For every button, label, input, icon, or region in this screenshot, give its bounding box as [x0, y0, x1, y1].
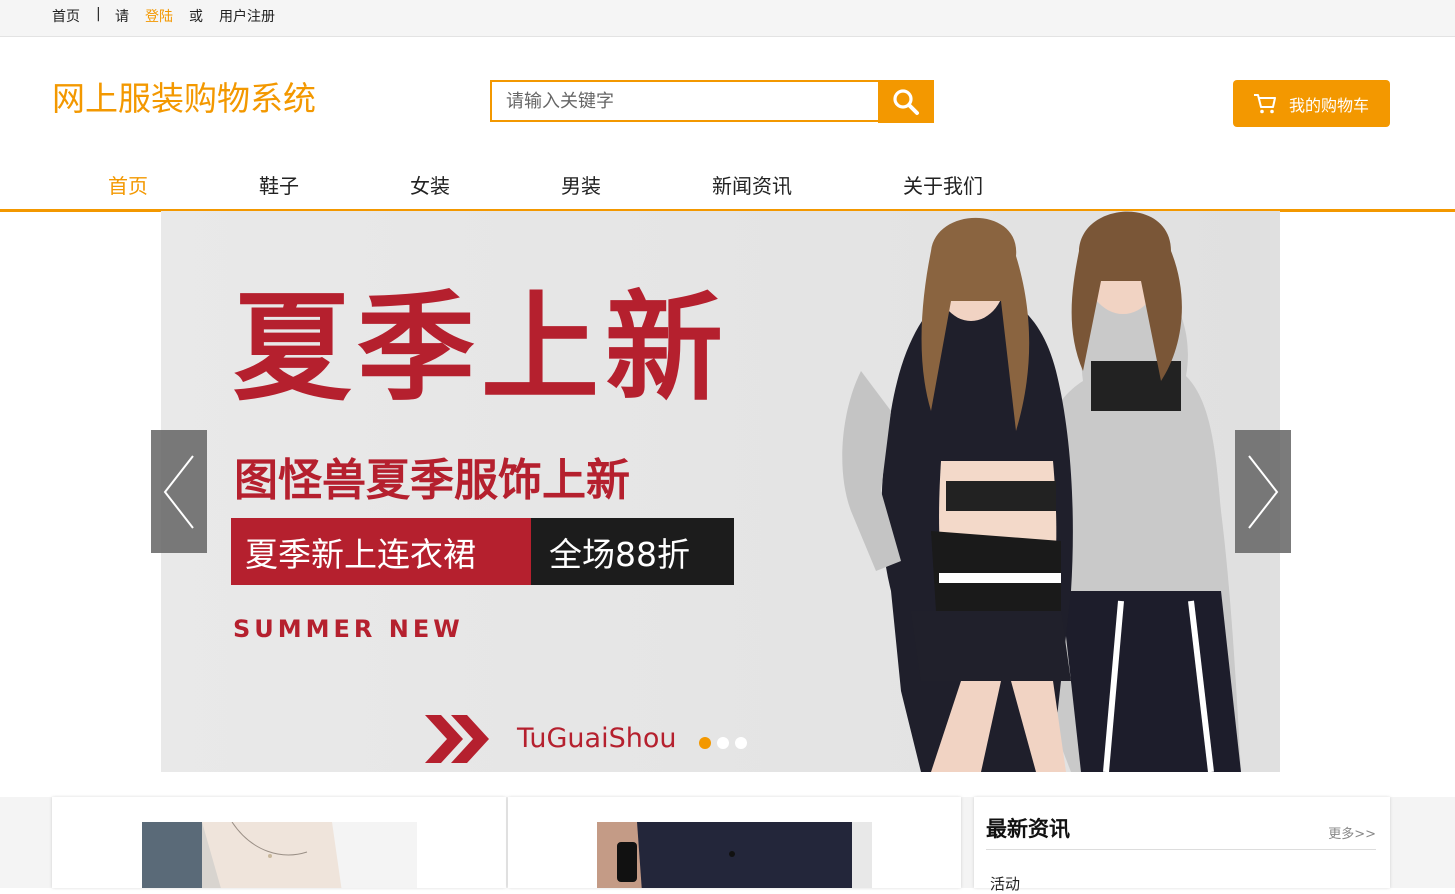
carousel-prev-button[interactable]: [151, 430, 207, 553]
site-title[interactable]: 网上服装购物系统: [52, 72, 316, 120]
nav-item-about[interactable]: 关于我们: [903, 170, 983, 199]
nav-item-shoes[interactable]: 鞋子: [259, 170, 299, 199]
register-link[interactable]: 用户注册: [219, 6, 275, 26]
banner-brand: TuGuaiShou: [517, 723, 677, 754]
top-please-text: 请: [115, 9, 129, 25]
search-button[interactable]: [878, 80, 934, 123]
top-home-link[interactable]: 首页: [52, 6, 80, 26]
cart-icon: [1254, 93, 1276, 113]
banner-carousel[interactable]: 夏季上新 图怪兽夏季服饰上新 夏季新上连衣裙 全场88折 SUMMER NEW …: [161, 211, 1280, 772]
top-or-text: 或: [189, 9, 203, 25]
top-bar: 首页 | 请 登陆 或 用户注册: [0, 0, 1455, 37]
carousel-dot-2[interactable]: [717, 737, 729, 749]
cart-label: 我的购物车: [1289, 95, 1370, 115]
nav-item-womens[interactable]: 女装: [410, 170, 450, 199]
carousel-indicators: [699, 737, 747, 749]
banner-english-text: SUMMER NEW: [233, 615, 464, 643]
product-image: [142, 822, 417, 888]
news-item[interactable]: 活动: [990, 873, 1020, 894]
double-chevron-icon: [425, 715, 489, 763]
nav-item-home[interactable]: 首页: [108, 170, 148, 199]
banner-tag-red: 夏季新上连衣裙: [231, 518, 531, 585]
banner-models-illustration: [842, 211, 1241, 772]
news-more-link[interactable]: 更多>>: [1328, 823, 1376, 842]
carousel-dot-1[interactable]: [699, 737, 711, 749]
product-card[interactable]: [52, 797, 506, 888]
search-input[interactable]: [492, 82, 878, 120]
news-divider: [986, 849, 1376, 850]
chevron-left-icon: [163, 454, 194, 529]
nav-item-mens[interactable]: 男装: [561, 170, 601, 199]
search-box: [490, 80, 880, 122]
news-panel: 最新资讯 更多>> 活动: [974, 797, 1390, 893]
banner-tag-black: 全场88折: [531, 518, 734, 585]
product-image: [597, 822, 872, 888]
nav-item-news[interactable]: 新闻资讯: [712, 170, 792, 199]
product-card[interactable]: [508, 797, 961, 888]
main-nav: 首页 鞋子 女装 男装 新闻资讯 关于我们: [0, 160, 1455, 212]
banner-subheadline: 图怪兽夏季服饰上新: [234, 455, 630, 506]
carousel-next-button[interactable]: [1235, 430, 1291, 553]
news-panel-title: 最新资讯: [986, 817, 1070, 841]
chevron-right-icon: [1248, 454, 1279, 529]
banner-headline: 夏季上新: [233, 279, 730, 417]
carousel-dot-3[interactable]: [735, 737, 747, 749]
cart-button[interactable]: 我的购物车: [1233, 80, 1390, 127]
login-link[interactable]: 登陆: [145, 6, 173, 26]
search-icon: [893, 88, 919, 115]
top-separator: |: [96, 6, 101, 22]
